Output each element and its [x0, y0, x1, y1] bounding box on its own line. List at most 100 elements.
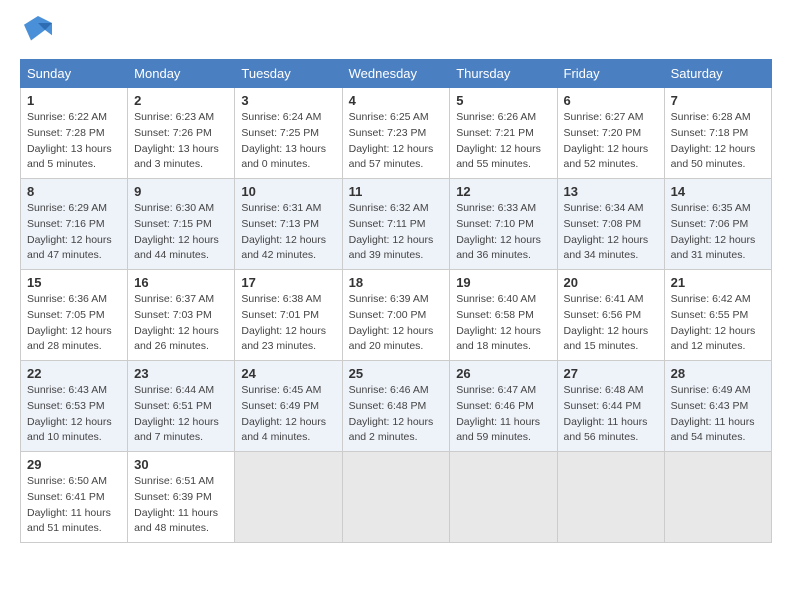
sunset-text: Sunset: 7:11 PM	[349, 217, 444, 233]
calendar-cell: 7Sunrise: 6:28 AMSunset: 7:18 PMDaylight…	[664, 88, 771, 179]
sunrise-text: Sunrise: 6:40 AM	[456, 292, 550, 308]
day-detail: Sunrise: 6:41 AMSunset: 6:56 PMDaylight:…	[564, 292, 658, 355]
daylight-text: Daylight: 12 hours and 10 minutes.	[27, 415, 121, 447]
calendar-cell	[664, 452, 771, 543]
calendar-cell: 6Sunrise: 6:27 AMSunset: 7:20 PMDaylight…	[557, 88, 664, 179]
daylight-text: Daylight: 11 hours and 59 minutes.	[456, 415, 550, 447]
day-number: 10	[241, 184, 335, 199]
sunrise-text: Sunrise: 6:39 AM	[349, 292, 444, 308]
day-number: 29	[27, 457, 121, 472]
calendar-cell: 18Sunrise: 6:39 AMSunset: 7:00 PMDayligh…	[342, 270, 450, 361]
calendar-cell: 16 Sunrise: 6:37 AMSunset: 7:03 PMDayligh…	[128, 270, 235, 361]
calendar-week-row: 1Sunrise: 6:22 AMSunset: 7:28 PMDaylight…	[21, 88, 772, 179]
calendar-cell: 11 Sunrise: 6:32 AMSunset: 7:11 PMDayligh…	[342, 179, 450, 270]
day-detail: Sunrise: 6:51 AMSunset: 6:39 PMDaylight:…	[134, 474, 228, 537]
sunset-text: Sunset: 7:28 PM	[27, 126, 121, 142]
day-number: 13	[564, 184, 658, 199]
calendar-cell: 4Sunrise: 6:25 AMSunset: 7:23 PMDaylight…	[342, 88, 450, 179]
calendar-week-row: 29 Sunrise: 6:50 AMSunset: 6:41 PMDayligh…	[21, 452, 772, 543]
sunrise-text: Sunrise: 6:27 AM	[564, 110, 658, 126]
day-detail: Sunrise: 6:50 AMSunset: 6:41 PMDaylight:…	[27, 474, 121, 537]
sunrise-text: Sunrise: 6:48 AM	[564, 383, 658, 399]
day-number: 8	[27, 184, 121, 199]
day-detail: Sunrise: 6:30 AMSunset: 7:15 PMDaylight:…	[134, 201, 228, 264]
day-number: 18	[349, 275, 444, 290]
sunrise-text: Sunrise: 6:32 AM	[349, 201, 444, 217]
day-number: 16	[134, 275, 228, 290]
calendar-cell: 13Sunrise: 6:34 AMSunset: 7:08 PMDayligh…	[557, 179, 664, 270]
sunrise-text: Sunrise: 6:25 AM	[349, 110, 444, 126]
daylight-text: Daylight: 12 hours and 12 minutes.	[671, 324, 765, 356]
daylight-text: Daylight: 12 hours and 4 minutes.	[241, 415, 335, 447]
daylight-text: Daylight: 11 hours and 48 minutes.	[134, 506, 228, 538]
day-detail: Sunrise: 6:46 AMSunset: 6:48 PMDaylight:…	[349, 383, 444, 446]
day-number: 5	[456, 93, 550, 108]
sunrise-text: Sunrise: 6:34 AM	[564, 201, 658, 217]
page-header	[20, 16, 772, 49]
sunset-text: Sunset: 6:56 PM	[564, 308, 658, 324]
calendar-cell: 1Sunrise: 6:22 AMSunset: 7:28 PMDaylight…	[21, 88, 128, 179]
daylight-text: Daylight: 13 hours and 0 minutes.	[241, 142, 335, 174]
sunset-text: Sunset: 6:39 PM	[134, 490, 228, 506]
day-number: 2	[134, 93, 228, 108]
daylight-text: Daylight: 12 hours and 7 minutes.	[134, 415, 228, 447]
day-number: 24	[241, 366, 335, 381]
day-detail: Sunrise: 6:49 AMSunset: 6:43 PMDaylight:…	[671, 383, 765, 446]
daylight-text: Daylight: 12 hours and 26 minutes.	[134, 324, 228, 356]
day-number: 20	[564, 275, 658, 290]
daylight-text: Daylight: 12 hours and 42 minutes.	[241, 233, 335, 265]
day-number: 27	[564, 366, 658, 381]
sunset-text: Sunset: 6:43 PM	[671, 399, 765, 415]
day-detail: Sunrise: 6:23 AMSunset: 7:26 PMDaylight:…	[134, 110, 228, 173]
day-number: 17	[241, 275, 335, 290]
day-detail: Sunrise: 6:48 AMSunset: 6:44 PMDaylight:…	[564, 383, 658, 446]
header-day-thursday: Thursday	[450, 60, 557, 88]
sunset-text: Sunset: 6:48 PM	[349, 399, 444, 415]
sunset-text: Sunset: 7:26 PM	[134, 126, 228, 142]
calendar-cell: 19Sunrise: 6:40 AMSunset: 6:58 PMDayligh…	[450, 270, 557, 361]
day-detail: Sunrise: 6:44 AMSunset: 6:51 PMDaylight:…	[134, 383, 228, 446]
day-number: 21	[671, 275, 765, 290]
day-detail: Sunrise: 6:35 AMSunset: 7:06 PMDaylight:…	[671, 201, 765, 264]
sunset-text: Sunset: 6:58 PM	[456, 308, 550, 324]
calendar-cell: 20 Sunrise: 6:41 AMSunset: 6:56 PMDayligh…	[557, 270, 664, 361]
calendar-week-row: 8Sunrise: 6:29 AMSunset: 7:16 PMDaylight…	[21, 179, 772, 270]
sunset-text: Sunset: 6:46 PM	[456, 399, 550, 415]
calendar-cell: 25 Sunrise: 6:46 AMSunset: 6:48 PMDayligh…	[342, 361, 450, 452]
day-detail: Sunrise: 6:37 AMSunset: 7:03 PMDaylight:…	[134, 292, 228, 355]
sunrise-text: Sunrise: 6:26 AM	[456, 110, 550, 126]
sunset-text: Sunset: 6:55 PM	[671, 308, 765, 324]
sunrise-text: Sunrise: 6:29 AM	[27, 201, 121, 217]
header-day-sunday: Sunday	[21, 60, 128, 88]
daylight-text: Daylight: 12 hours and 39 minutes.	[349, 233, 444, 265]
day-number: 4	[349, 93, 444, 108]
sunset-text: Sunset: 7:15 PM	[134, 217, 228, 233]
calendar-cell: 8Sunrise: 6:29 AMSunset: 7:16 PMDaylight…	[21, 179, 128, 270]
day-detail: Sunrise: 6:32 AMSunset: 7:11 PMDaylight:…	[349, 201, 444, 264]
sunset-text: Sunset: 7:25 PM	[241, 126, 335, 142]
calendar-cell: 15 Sunrise: 6:36 AMSunset: 7:05 PMDayligh…	[21, 270, 128, 361]
calendar-cell: 27 Sunrise: 6:48 AMSunset: 6:44 PMDayligh…	[557, 361, 664, 452]
sunset-text: Sunset: 7:13 PM	[241, 217, 335, 233]
day-number: 15	[27, 275, 121, 290]
day-number: 11	[349, 184, 444, 199]
sunset-text: Sunset: 7:18 PM	[671, 126, 765, 142]
day-number: 25	[349, 366, 444, 381]
logo-icon	[24, 16, 52, 49]
sunset-text: Sunset: 6:53 PM	[27, 399, 121, 415]
daylight-text: Daylight: 12 hours and 31 minutes.	[671, 233, 765, 265]
sunrise-text: Sunrise: 6:22 AM	[27, 110, 121, 126]
calendar-cell: 24Sunrise: 6:45 AMSunset: 6:49 PMDayligh…	[235, 361, 342, 452]
day-detail: Sunrise: 6:40 AMSunset: 6:58 PMDaylight:…	[456, 292, 550, 355]
sunrise-text: Sunrise: 6:45 AM	[241, 383, 335, 399]
sunrise-text: Sunrise: 6:28 AM	[671, 110, 765, 126]
day-detail: Sunrise: 6:36 AMSunset: 7:05 PMDaylight:…	[27, 292, 121, 355]
calendar-cell: 10 Sunrise: 6:31 AMSunset: 7:13 PMDayligh…	[235, 179, 342, 270]
calendar-header-row: SundayMondayTuesdayWednesdayThursdayFrid…	[21, 60, 772, 88]
daylight-text: Daylight: 13 hours and 3 minutes.	[134, 142, 228, 174]
header-day-wednesday: Wednesday	[342, 60, 450, 88]
day-detail: Sunrise: 6:31 AMSunset: 7:13 PMDaylight:…	[241, 201, 335, 264]
sunset-text: Sunset: 7:08 PM	[564, 217, 658, 233]
day-number: 3	[241, 93, 335, 108]
day-number: 14	[671, 184, 765, 199]
